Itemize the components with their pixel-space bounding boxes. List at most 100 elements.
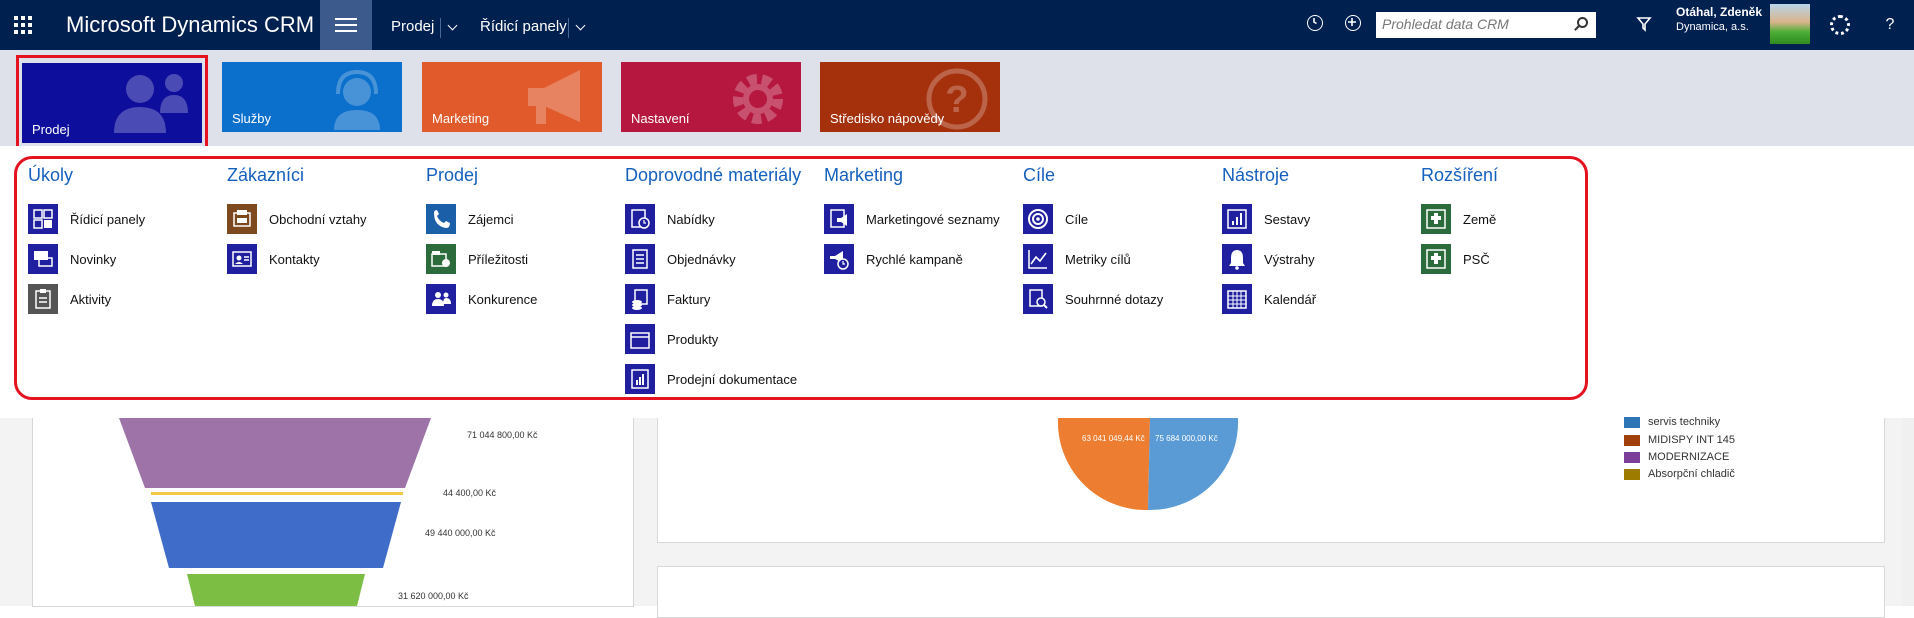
quick-create-icon[interactable] [1345, 15, 1361, 31]
recent-history-icon[interactable] [1307, 15, 1323, 31]
menu-item-label: Faktury [667, 291, 711, 307]
pie-label: 75 684 000,00 Kč [1155, 434, 1218, 443]
funnel-label: 44 400,00 Kč [443, 488, 497, 498]
menu-item-nabidky[interactable]: Nabídky [625, 199, 820, 239]
menu-item-objednavky[interactable]: Objednávky [625, 239, 820, 279]
funnel-segment [151, 492, 403, 495]
funnel-label: 49 440 000,00 Kč [425, 528, 496, 538]
menu-column-title: Zákazníci [227, 165, 305, 185]
search-input[interactable] [1376, 12, 1568, 36]
menu-item-prilezitosti[interactable]: Příležitosti [426, 239, 621, 279]
tile-sluzby[interactable]: Služby [222, 62, 402, 132]
menu-item-obchodni-vztahy[interactable]: Obchodní vztahy [227, 199, 422, 239]
menu-column-title: Nástroje [1222, 165, 1290, 185]
nav-page-dashboards[interactable]: Řídicí panely [480, 0, 567, 50]
area-tiles-band: Prodej Služby Marketing Nastavení ? Stře… [0, 50, 1914, 146]
nav-area-prodej[interactable]: Prodej [391, 0, 434, 50]
search-box[interactable] [1376, 12, 1596, 38]
tile-nastaveni[interactable]: Nastavení [621, 62, 801, 132]
menu-item-zeme[interactable]: Země [1421, 199, 1616, 239]
app-title[interactable]: Microsoft Dynamics CRM [66, 0, 314, 50]
legend-item: servis techniky [1624, 416, 1720, 428]
menu-item-label: Země [1463, 211, 1497, 227]
menu-column-title: Marketing [824, 165, 904, 185]
funnel-label: 31 620 000,00 Kč [398, 591, 469, 601]
menu-item-psc[interactable]: PSČ [1421, 239, 1616, 279]
tile-label: Středisko nápovědy [830, 111, 945, 126]
quick-campaign-icon [824, 244, 854, 274]
menu-item-label: Obchodní vztahy [269, 211, 367, 227]
menu-column-rozsireni: Rozšíření Země PSČ [1421, 161, 1616, 279]
legend-item: MODERNIZACE [1624, 451, 1729, 463]
menu-item-label: Metriky cílů [1065, 251, 1131, 267]
nav-separator [568, 18, 569, 38]
menu-column-title: Cíle [1023, 165, 1056, 185]
scrollbar[interactable] [1902, 418, 1914, 606]
menu-item-prodejni-dokumentace[interactable]: Prodejní dokumentace [625, 359, 820, 399]
menu-item-rychle-kampane[interactable]: Rychlé kampaně [824, 239, 1019, 279]
chat-bubbles-icon [28, 244, 58, 274]
dashboard-card [657, 566, 1885, 618]
quote-icon [625, 204, 655, 234]
chevron-down-icon[interactable] [447, 20, 458, 31]
clipboard-icon [28, 284, 58, 314]
menu-item-faktury[interactable]: Faktury [625, 279, 820, 319]
tile-marketing[interactable]: Marketing [422, 62, 602, 132]
menu-item-label: Nabídky [667, 211, 715, 227]
search-icon[interactable] [1577, 17, 1588, 28]
menu-column-title: Rozšíření [1421, 165, 1499, 185]
funnel-segment [187, 574, 365, 606]
help-icon[interactable]: ? [1880, 0, 1900, 50]
menu-item-metriky-cilu[interactable]: Metriky cílů [1023, 239, 1218, 279]
pie-chart [1057, 418, 1239, 511]
menu-item-zajemci[interactable]: Zájemci [426, 199, 621, 239]
tile-label: Nastavení [631, 111, 690, 126]
user-name[interactable]: Otáhal, Zdeněk [1676, 5, 1762, 19]
menu-item-ridici-panely[interactable]: Řídicí panely [28, 199, 223, 239]
puzzle-icon [1421, 244, 1451, 274]
bell-icon [1222, 244, 1252, 274]
funnel-chart-card: 71 044 800,00 Kč 44 400,00 Kč 49 440 000… [32, 418, 634, 607]
megaphone-icon [528, 70, 580, 124]
chevron-down-icon[interactable] [575, 20, 586, 31]
lead-phone-icon [426, 204, 456, 234]
hamburger-menu-icon[interactable] [320, 0, 372, 50]
funnel-chart [119, 418, 431, 606]
gear-icon[interactable] [1830, 15, 1850, 35]
menu-item-label: Rychlé kampaně [866, 251, 963, 267]
menu-item-novinky[interactable]: Novinky [28, 239, 223, 279]
headset-icon [334, 69, 380, 130]
menu-item-marketingove-seznamy[interactable]: Marketingové seznamy [824, 199, 1019, 239]
menu-item-label: Objednávky [667, 251, 736, 267]
avatar[interactable] [1770, 4, 1810, 44]
menu-item-label: Sestavy [1264, 211, 1311, 227]
tile-stredisko-napovedy[interactable]: ? Středisko nápovědy [820, 62, 1000, 132]
account-icon [227, 204, 257, 234]
menu-item-label: Kontakty [269, 251, 320, 267]
line-chart-icon [1023, 244, 1053, 274]
menu-item-label: Prodejní dokumentace [667, 371, 798, 387]
advanced-find-icon[interactable] [1636, 15, 1654, 33]
menu-item-aktivity[interactable]: Aktivity [28, 279, 223, 319]
menu-item-kalendar[interactable]: Kalendář [1222, 279, 1417, 319]
competitors-icon [426, 284, 456, 314]
menu-item-souhrnne-dotazy[interactable]: Souhrnné dotazy [1023, 279, 1218, 319]
menu-column-cile: Cíle Cíle Metriky cílů Souhrnné dotazy [1023, 161, 1218, 319]
sales-literature-icon [625, 364, 655, 394]
nav-separator [440, 18, 441, 38]
menu-item-produkty[interactable]: Produkty [625, 319, 820, 359]
menu-item-kontakty[interactable]: Kontakty [227, 239, 422, 279]
menu-item-label: Produkty [667, 331, 719, 347]
contact-card-icon [227, 244, 257, 274]
menu-item-cile[interactable]: Cíle [1023, 199, 1218, 239]
menu-item-sestavy[interactable]: Sestavy [1222, 199, 1417, 239]
menu-column-title: Úkoly [28, 165, 74, 185]
menu-item-konkurence[interactable]: Konkurence [426, 279, 621, 319]
svg-text:?: ? [945, 79, 968, 121]
user-organization: Dynamica, a.s. [1676, 21, 1749, 33]
app-launcher-icon[interactable] [0, 0, 46, 50]
dashboard-icon [28, 204, 58, 234]
menu-item-vystrahy[interactable]: Výstrahy [1222, 239, 1417, 279]
menu-column-title: Prodej [426, 165, 479, 185]
menu-column-nastroje: Nástroje Sestavy Výstrahy Kalendář [1222, 161, 1417, 319]
